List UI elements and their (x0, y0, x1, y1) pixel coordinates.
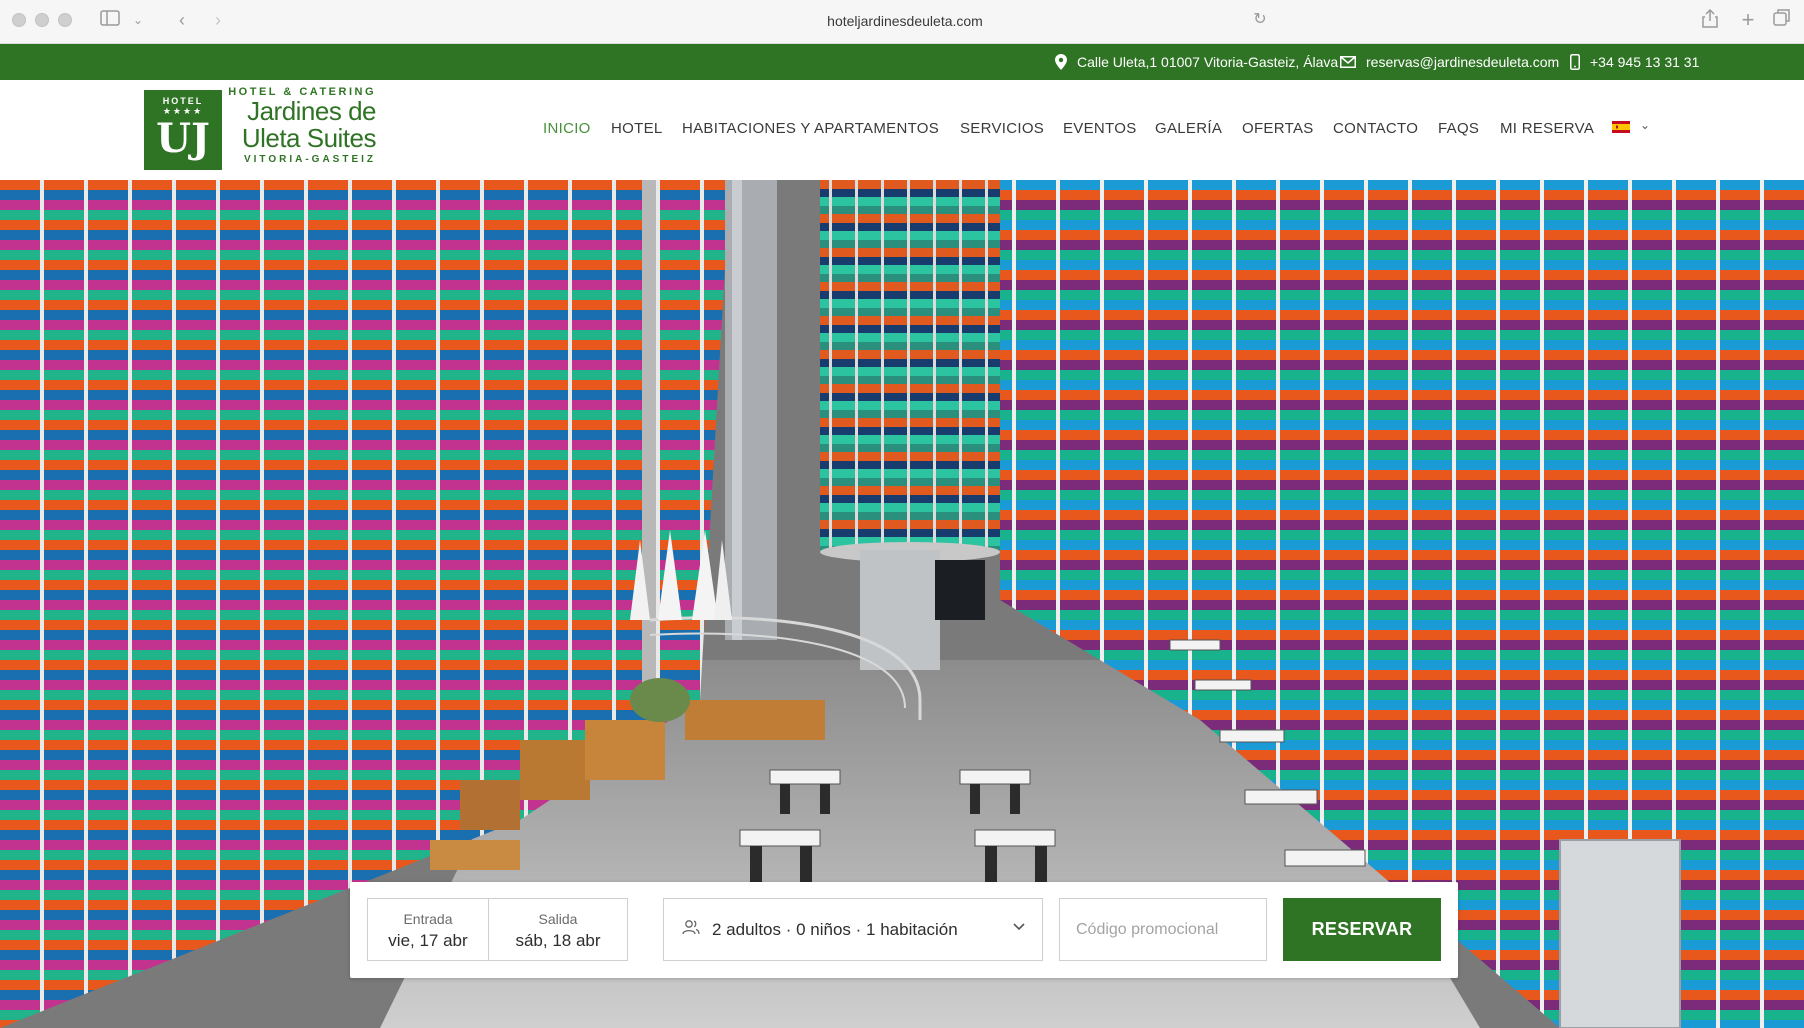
nav-item-hotel[interactable]: HOTEL (611, 120, 663, 137)
address-item: Calle Uleta,1 01007 Vitoria-Gasteiz, Ála… (1055, 44, 1338, 80)
address-text: Calle Uleta,1 01007 Vitoria-Gasteiz, Ála… (1077, 54, 1339, 70)
forward-icon[interactable]: › (208, 8, 228, 32)
checkout-field[interactable]: Salida sáb, 18 abr (488, 898, 628, 961)
chevron-down-icon: ⌄ (1640, 118, 1651, 132)
nav-item-galeria[interactable]: GALERÍA (1155, 120, 1222, 137)
chevron-down-icon (1012, 919, 1026, 937)
checkout-label: Salida (538, 911, 578, 927)
phone-item[interactable]: +34 945 13 31 31 (1570, 44, 1699, 80)
nav-item-habitaciones[interactable]: HABITACIONES Y APARTAMENTOS (682, 120, 939, 137)
back-icon[interactable]: ‹ (172, 8, 192, 32)
site-header: HOTEL ★★★★ UJ HOTEL & CATERING Jardines … (0, 80, 1804, 180)
nav-item-contacto[interactable]: CONTACTO (1333, 120, 1418, 137)
address-bar[interactable]: hoteljardinesdeuleta.com (700, 10, 1110, 32)
guests-selector[interactable]: 2 adultos · 0 niños · 1 habitación (663, 898, 1043, 961)
zoom-window-button[interactable] (58, 13, 72, 27)
browser-toolbar: ⌄ ‹ › hoteljardinesdeuleta.com ↻ + (0, 0, 1804, 44)
nav-item-inicio[interactable]: INICIO (543, 120, 591, 137)
contact-bar: Calle Uleta,1 01007 Vitoria-Gasteiz, Ála… (0, 44, 1804, 80)
promo-code-input[interactable] (1059, 898, 1267, 961)
mobile-phone-icon (1570, 54, 1580, 70)
sidebar-icon[interactable] (98, 8, 122, 32)
nav-item-ofertas[interactable]: OFERTAS (1242, 120, 1314, 137)
spain-flag-icon (1612, 121, 1630, 133)
checkin-value: vie, 17 abr (388, 931, 468, 950)
guests-value: 2 adultos · 0 niños · 1 habitación (712, 919, 958, 939)
checkout-value: sáb, 18 abr (515, 931, 601, 950)
close-window-button[interactable] (12, 13, 26, 27)
envelope-icon (1340, 56, 1356, 68)
email-link[interactable]: reservas@jardinesdeuleta.com (1366, 44, 1559, 80)
nav-item-servicios[interactable]: SERVICIOS (960, 120, 1044, 137)
checkin-field[interactable]: Entrada vie, 17 abr (367, 898, 489, 961)
email-item[interactable]: reservas@jardinesdeuleta.com (1340, 44, 1559, 80)
minimize-window-button[interactable] (35, 13, 49, 27)
booking-widget: Entrada vie, 17 abr Salida sáb, 18 abr 2… (350, 882, 1458, 978)
chevron-down-icon[interactable]: ⌄ (130, 8, 146, 32)
language-selector[interactable]: ⌄ (1612, 118, 1652, 138)
phone-link[interactable]: +34 945 13 31 31 (1590, 44, 1699, 80)
map-pin-icon (1055, 54, 1067, 70)
reload-icon[interactable]: ↻ (1250, 8, 1270, 32)
share-icon[interactable] (1700, 8, 1720, 32)
users-icon (682, 919, 700, 940)
tabs-overview-icon[interactable] (1772, 8, 1792, 32)
checkin-label: Entrada (403, 911, 453, 927)
main-navigation: INICIO HOTEL HABITACIONES Y APARTAMENTOS… (0, 80, 1804, 180)
new-tab-icon[interactable]: + (1738, 8, 1758, 32)
nav-item-faqs[interactable]: FAQS (1438, 120, 1479, 137)
nav-item-mi-reserva[interactable]: MI RESERVA (1500, 120, 1594, 137)
reserve-button[interactable]: RESERVAR (1283, 898, 1441, 961)
nav-item-eventos[interactable]: EVENTOS (1063, 120, 1137, 137)
